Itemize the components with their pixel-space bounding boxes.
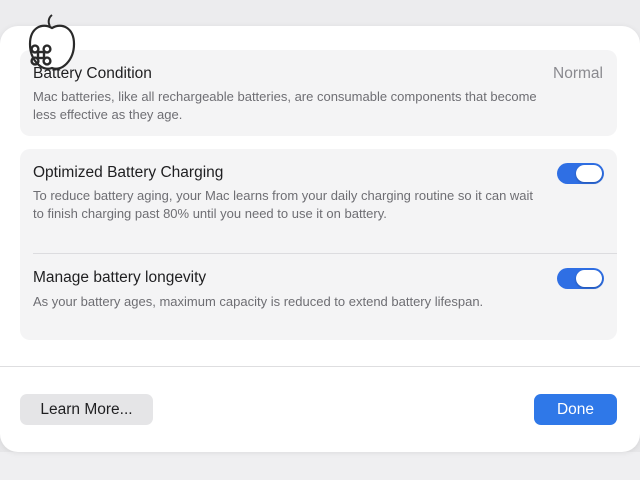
optimized-charging-description: To reduce battery aging, your Mac learns… [33, 188, 534, 221]
toggle-knob [576, 270, 602, 287]
battery-condition-row: Battery Condition Normal Mac batteries, … [20, 50, 617, 136]
backdrop-bottom-strip [0, 452, 640, 480]
toggle-knob [576, 165, 602, 182]
battery-longevity-title: Manage battery longevity [33, 269, 207, 286]
done-button[interactable]: Done [534, 394, 617, 425]
optimized-charging-toggle[interactable] [557, 163, 604, 184]
charging-options-group: Optimized Battery Charging To reduce bat… [20, 149, 617, 340]
battery-longevity-toggle[interactable] [557, 268, 604, 289]
battery-longevity-description: As your battery ages, maximum capacity i… [33, 294, 484, 309]
apple-command-logo-icon [28, 14, 76, 70]
battery-condition-status: Normal [553, 65, 603, 82]
learn-more-button[interactable]: Learn More... [20, 394, 153, 425]
battery-longevity-row: Manage battery longevity As your battery… [20, 254, 617, 340]
battery-options-sheet: Battery Condition Normal Mac batteries, … [0, 26, 640, 452]
footer-divider [0, 366, 640, 367]
battery-condition-group: Battery Condition Normal Mac batteries, … [20, 50, 617, 136]
optimized-charging-row: Optimized Battery Charging To reduce bat… [20, 149, 617, 253]
battery-condition-description: Mac batteries, like all rechargeable bat… [33, 89, 537, 122]
optimized-charging-title: Optimized Battery Charging [33, 164, 224, 181]
